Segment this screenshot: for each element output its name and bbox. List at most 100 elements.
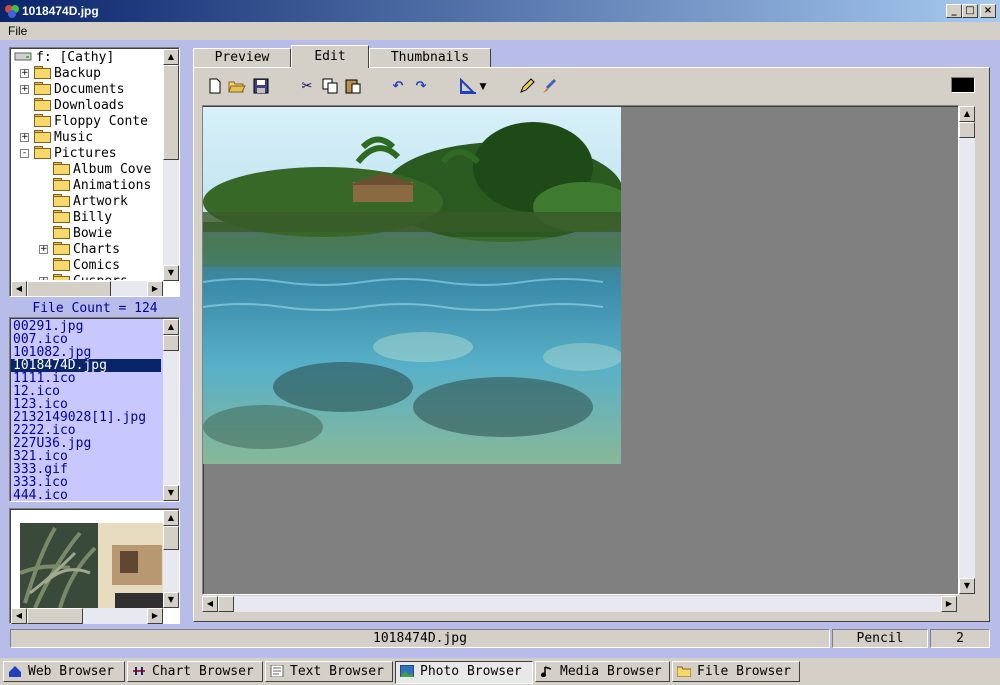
tree-hscrollbar[interactable]: ◀ ▶: [11, 281, 163, 296]
preview-hscrollbar[interactable]: ◀ ▶: [11, 608, 163, 624]
close-button[interactable]: ×: [980, 4, 996, 18]
tree-item[interactable]: Music: [34, 130, 162, 146]
scroll-left-button[interactable]: ◀: [11, 608, 27, 624]
drive-icon: [14, 52, 32, 61]
scroll-thumb[interactable]: [27, 281, 111, 296]
tab-edit[interactable]: Edit: [291, 45, 369, 68]
folder-icon: [34, 66, 51, 79]
folder-icon: [34, 130, 51, 143]
file-list-vscrollbar[interactable]: ▲ ▼: [163, 319, 179, 501]
tree-item[interactable]: Album Cove: [53, 162, 162, 178]
tree-item-label: Floppy Conte: [54, 114, 148, 129]
app-icon: [5, 5, 19, 18]
folder-tree[interactable]: f: [Cathy] Backup Documents Downloads Flopp…: [9, 47, 180, 297]
task-label: Media Browser: [560, 664, 662, 679]
scroll-right-button[interactable]: ▶: [147, 608, 163, 624]
new-file-icon[interactable]: [206, 78, 224, 96]
scroll-thumb[interactable]: [27, 608, 83, 624]
tree-item-label: Comics: [73, 258, 120, 273]
minimize-button[interactable]: _: [946, 4, 962, 18]
scroll-up-button[interactable]: ▲: [163, 49, 179, 65]
task-chart-browser[interactable]: Chart Browser: [127, 661, 263, 682]
open-folder-icon[interactable]: [228, 78, 246, 96]
file-list[interactable]: 00291.jpg 007.ico 101082.jpg 1018474D.jpg 11…: [9, 317, 180, 502]
preview-vscrollbar[interactable]: ▲ ▼: [163, 510, 179, 608]
folder-icon: [53, 178, 70, 191]
scroll-right-button[interactable]: ▶: [147, 281, 163, 296]
tree-item[interactable]: Floppy Conte: [34, 114, 162, 130]
tool-dropdown-icon[interactable]: ▼: [478, 78, 488, 96]
tree-item-label: Album Cove: [73, 162, 152, 177]
scroll-up-button[interactable]: ▲: [163, 319, 179, 335]
tree-item[interactable]: Pictures: [34, 146, 162, 162]
expand-icon[interactable]: +: [20, 133, 29, 142]
pencil-icon[interactable]: [518, 78, 536, 96]
paste-icon[interactable]: [344, 78, 362, 96]
scroll-up-button[interactable]: ▲: [163, 510, 179, 526]
scroll-right-button[interactable]: ▶: [941, 596, 957, 612]
task-media-browser[interactable]: Media Browser: [535, 661, 670, 682]
canvas-vscrollbar[interactable]: ▲ ▼: [959, 106, 975, 594]
folder-icon: [53, 258, 70, 271]
collapse-icon[interactable]: -: [20, 149, 29, 158]
tree-item-label: Bowie: [73, 226, 113, 241]
edited-photo[interactable]: [203, 107, 621, 464]
measure-tool-icon[interactable]: [459, 77, 477, 96]
redo-icon[interactable]: ↷: [412, 78, 430, 96]
copy-icon[interactable]: [321, 78, 339, 96]
title-bar[interactable]: 1018474D.jpg _ □ ×: [0, 0, 1000, 22]
tree-item-label: Charts: [73, 242, 120, 257]
scroll-thumb[interactable]: [218, 596, 234, 612]
scroll-down-button[interactable]: ▼: [163, 592, 179, 608]
home-icon: [9, 666, 21, 677]
task-file-browser[interactable]: File Browser: [672, 661, 800, 682]
scroll-left-button[interactable]: ◀: [11, 281, 27, 296]
expand-icon[interactable]: +: [20, 69, 29, 78]
undo-icon[interactable]: ↶: [389, 78, 407, 96]
scroll-down-button[interactable]: ▼: [959, 578, 975, 594]
scroll-thumb[interactable]: [163, 65, 179, 160]
tree-item-label: Artwork: [73, 194, 128, 209]
tree-item-label: Documents: [54, 82, 125, 97]
color-swatch[interactable]: [951, 77, 975, 93]
folder-icon: [53, 194, 70, 207]
brush-icon[interactable]: [540, 78, 558, 96]
tree-item[interactable]: Animations: [53, 178, 162, 194]
tree-item-label: Music: [54, 130, 94, 145]
tree-item[interactable]: Comics: [53, 258, 162, 274]
save-icon[interactable]: [252, 78, 270, 96]
task-web-browser[interactable]: Web Browser: [3, 661, 125, 682]
canvas-hscrollbar[interactable]: ◀ ▶: [202, 596, 957, 612]
tree-item[interactable]: Artwork: [53, 194, 162, 210]
menu-file[interactable]: File: [8, 24, 27, 38]
thumbnail-preview: ▲ ▼ ◀ ▶: [9, 508, 180, 624]
scroll-down-button[interactable]: ▼: [163, 265, 179, 281]
tree-item[interactable]: Documents: [34, 82, 162, 98]
photo-image: [203, 107, 621, 464]
expand-icon[interactable]: +: [20, 85, 29, 94]
scroll-thumb[interactable]: [163, 526, 179, 550]
expand-icon[interactable]: +: [39, 245, 48, 254]
tab-thumbnails[interactable]: Thumbnails: [369, 48, 491, 68]
folder-icon: [53, 162, 70, 175]
task-text-browser[interactable]: Text Browser: [265, 661, 393, 682]
cut-icon[interactable]: ✂: [298, 78, 316, 96]
scroll-thumb[interactable]: [163, 335, 179, 351]
tree-item[interactable]: Downloads: [34, 98, 162, 114]
tab-preview[interactable]: Preview: [193, 48, 291, 68]
tree-item-label: Downloads: [54, 98, 125, 113]
tree-item[interactable]: Billy: [53, 210, 162, 226]
tree-vscrollbar[interactable]: ▲ ▼: [163, 49, 179, 281]
tree-item[interactable]: Charts: [53, 242, 162, 258]
tree-item-label: Pictures: [54, 146, 117, 161]
scroll-up-button[interactable]: ▲: [959, 106, 975, 122]
file-list-item[interactable]: 444.ico: [13, 489, 68, 501]
maximize-button[interactable]: □: [962, 4, 978, 18]
tree-item[interactable]: Backup: [34, 66, 162, 82]
scroll-thumb[interactable]: [959, 122, 975, 138]
scroll-down-button[interactable]: ▼: [163, 485, 179, 501]
scroll-left-button[interactable]: ◀: [202, 596, 218, 612]
tree-item[interactable]: Bowie: [53, 226, 162, 242]
task-photo-browser[interactable]: Photo Browser: [395, 661, 533, 684]
tree-root[interactable]: f: [Cathy]: [14, 50, 162, 66]
